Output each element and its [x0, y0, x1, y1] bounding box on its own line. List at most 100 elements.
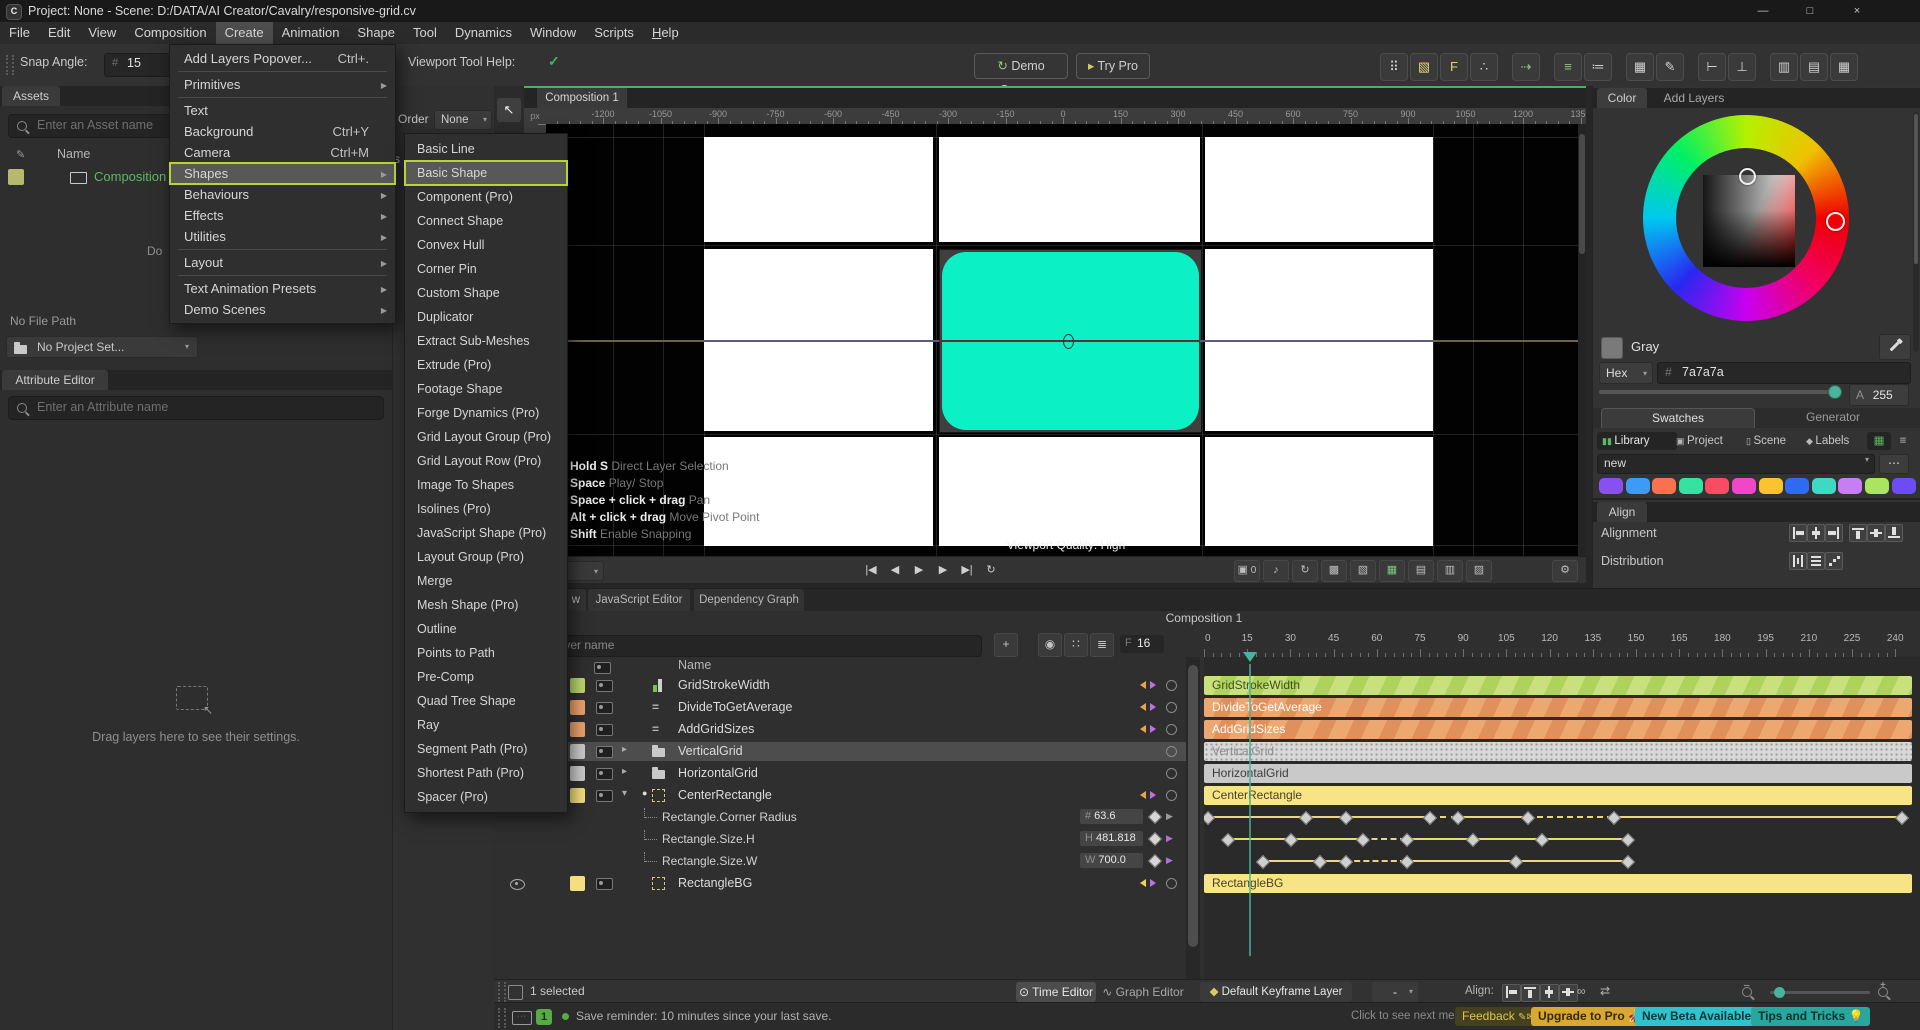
- prev-frame-button[interactable]: ◀: [884, 560, 906, 580]
- anim-in-icon[interactable]: [1140, 725, 1146, 733]
- refresh-icon[interactable]: ↻: [1292, 560, 1318, 582]
- attribute-value-field[interactable]: H481.818: [1080, 831, 1143, 846]
- align-left-button[interactable]: [1789, 524, 1807, 542]
- layer-search-input[interactable]: [507, 637, 971, 653]
- layer-row-addgridsizes[interactable]: =AddGridSizes: [494, 720, 1186, 739]
- menu-shape[interactable]: Shape: [348, 22, 404, 44]
- submenu-item-javascript-shape-pro-[interactable]: JavaScript Shape (Pro): [405, 521, 567, 545]
- eyedropper-button[interactable]: [1879, 334, 1911, 360]
- solo-filter-icon[interactable]: ◉: [1038, 633, 1062, 657]
- list-view-icon[interactable]: ≡: [1891, 432, 1915, 450]
- footer-align-center-button[interactable]: [1540, 984, 1559, 1002]
- settings-icon[interactable]: ⚙: [1552, 560, 1578, 582]
- keyframe-diamond[interactable]: [1256, 855, 1270, 869]
- dots-filter-icon[interactable]: ∷: [1064, 633, 1088, 657]
- menu-scripts[interactable]: Scripts: [585, 22, 643, 44]
- submenu-item-convex-hull[interactable]: Convex Hull: [405, 233, 567, 257]
- source-scene[interactable]: ▯ Scene: [1741, 432, 1807, 450]
- layer-row-rectangle-size-w[interactable]: Rectangle.Size.WW700.0▶: [494, 852, 1186, 871]
- zoom-out-icon[interactable]: –: [1742, 984, 1760, 1000]
- tab-add-layers[interactable]: Add Layers: [1651, 88, 1737, 108]
- keyframe-diamond[interactable]: [1284, 833, 1298, 847]
- upgrade-to-pro-button[interactable]: Upgrade to Pro 🚀: [1531, 1007, 1650, 1026]
- create-menu-item-camera[interactable]: CameraCtrl+M: [170, 142, 395, 163]
- solo-ring-icon[interactable]: [1166, 702, 1177, 713]
- statusbar-grip[interactable]: [498, 1008, 506, 1028]
- attribute-value-field[interactable]: #63.6: [1080, 809, 1143, 824]
- feedback-button[interactable]: Feedback ✎✉: [1455, 1007, 1542, 1026]
- tab-swatches[interactable]: Swatches: [1601, 408, 1755, 428]
- audio-icon[interactable]: ♪: [1263, 560, 1289, 582]
- image-icon[interactable]: ▩: [1321, 560, 1347, 582]
- close-button[interactable]: ×: [1834, 0, 1880, 22]
- next-keyframe-icon[interactable]: ▶: [1166, 833, 1173, 844]
- align-top-button[interactable]: [1849, 524, 1867, 542]
- solo-ring-icon[interactable]: [1166, 768, 1177, 779]
- timeline-tab-dependency-graph[interactable]: Dependency Graph: [694, 589, 804, 611]
- keyframe-diamond[interactable]: [1313, 855, 1327, 869]
- pen-icon[interactable]: ✎: [1656, 53, 1684, 81]
- visibility-toggle-icon[interactable]: [596, 790, 613, 802]
- track-bar-horizontalgrid[interactable]: HorizontalGrid: [1204, 764, 1912, 783]
- submenu-item-shortest-path-pro-[interactable]: Shortest Path (Pro): [405, 761, 567, 785]
- track-bar-rectanglebg[interactable]: RectangleBG: [1204, 874, 1912, 893]
- submenu-item-merge[interactable]: Merge: [405, 569, 567, 593]
- visibility-toggle-icon[interactable]: [596, 768, 613, 780]
- create-menu-item-shapes[interactable]: Shapes▶: [170, 163, 395, 184]
- keyframe-diamond[interactable]: [1400, 855, 1414, 869]
- demo-scenes-button[interactable]: ↻ Demo Scenes: [974, 53, 1068, 79]
- keyframe-toggle-icon[interactable]: [1148, 854, 1162, 868]
- distribute-horizontal-button[interactable]: [1789, 552, 1807, 570]
- layer-color-swatch[interactable]: [570, 678, 585, 693]
- visibility-toggle-icon[interactable]: [596, 746, 613, 758]
- export-icon[interactable]: ▥: [1437, 560, 1463, 582]
- eyedropper-icon[interactable]: ✎: [16, 148, 25, 161]
- color-swatch-12[interactable]: [1892, 478, 1916, 494]
- submenu-item-custom-shape[interactable]: Custom Shape: [405, 281, 567, 305]
- eye-icon[interactable]: [510, 879, 525, 890]
- swap-arrows-icon[interactable]: ⇄: [1600, 984, 1610, 998]
- timeline-composition-title[interactable]: Composition 1: [1094, 611, 1314, 625]
- align-bottom-button[interactable]: [1885, 524, 1903, 542]
- create-menu-item-utilities[interactable]: Utilities▶: [170, 226, 395, 247]
- distribute-custom-button[interactable]: [1825, 552, 1843, 570]
- footer-align-left-button[interactable]: [1502, 984, 1521, 1002]
- submenu-item-segment-path-pro-[interactable]: Segment Path (Pro): [405, 737, 567, 761]
- footer-grip[interactable]: [498, 982, 506, 1002]
- submenu-item-ray[interactable]: Ray: [405, 713, 567, 737]
- scatter-icon[interactable]: ∴: [1470, 53, 1498, 81]
- align-vertical-icon[interactable]: ⊥: [1728, 53, 1756, 81]
- keyframe-diamond[interactable]: [1451, 811, 1465, 825]
- keyframe-toggle-icon[interactable]: [1148, 810, 1162, 824]
- submenu-item-basic-shape[interactable]: Basic Shape: [405, 161, 567, 185]
- viewport-canvas[interactable]: Hold S Direct Layer SelectionSpace Play/…: [546, 124, 1586, 556]
- alpha-slider[interactable]: [1599, 390, 1837, 394]
- submenu-item-outline[interactable]: Outline: [405, 617, 567, 641]
- track-bar-centerrectangle[interactable]: CenterRectangle: [1204, 786, 1912, 805]
- play-button[interactable]: ▶: [908, 560, 930, 580]
- attribute-search-input[interactable]: [35, 399, 369, 415]
- sv-selector[interactable]: [1739, 168, 1756, 185]
- color-swatch-5[interactable]: [1705, 478, 1729, 494]
- attribute-search-field[interactable]: [8, 396, 384, 420]
- submenu-item-points-to-path[interactable]: Points to Path: [405, 641, 567, 665]
- timeline-scrollbar-thumb[interactable]: [1188, 665, 1198, 947]
- track-bar-addgridsizes[interactable]: AddGridSizes: [1204, 720, 1912, 739]
- submenu-item-connect-shape[interactable]: Connect Shape: [405, 209, 567, 233]
- create-menu-item-behaviours[interactable]: Behaviours▶: [170, 184, 395, 205]
- align-horizontal-icon[interactable]: ⊢: [1698, 53, 1726, 81]
- solo-ring-icon[interactable]: [1166, 790, 1177, 801]
- align-middle-button[interactable]: [1867, 524, 1885, 542]
- color-swatch-2[interactable]: [1626, 478, 1650, 494]
- color-swatch-10[interactable]: [1838, 478, 1862, 494]
- track-bar-gridstrokewidth[interactable]: GridStrokeWidth: [1204, 676, 1912, 695]
- layer-color-swatch[interactable]: [570, 876, 585, 891]
- keyboard-icon[interactable]: ···: [512, 1011, 532, 1025]
- check-icon[interactable]: ✓: [548, 53, 560, 70]
- layer-row-gridstrokewidth[interactable]: GridStrokeWidth: [494, 676, 1186, 695]
- color-swatch-3[interactable]: [1652, 478, 1676, 494]
- keyframe-diamond[interactable]: [1339, 855, 1353, 869]
- align-stack-icon[interactable]: ≡: [1554, 53, 1582, 81]
- hex-input[interactable]: [1680, 364, 1904, 380]
- visibility-toggle-icon[interactable]: [596, 702, 613, 714]
